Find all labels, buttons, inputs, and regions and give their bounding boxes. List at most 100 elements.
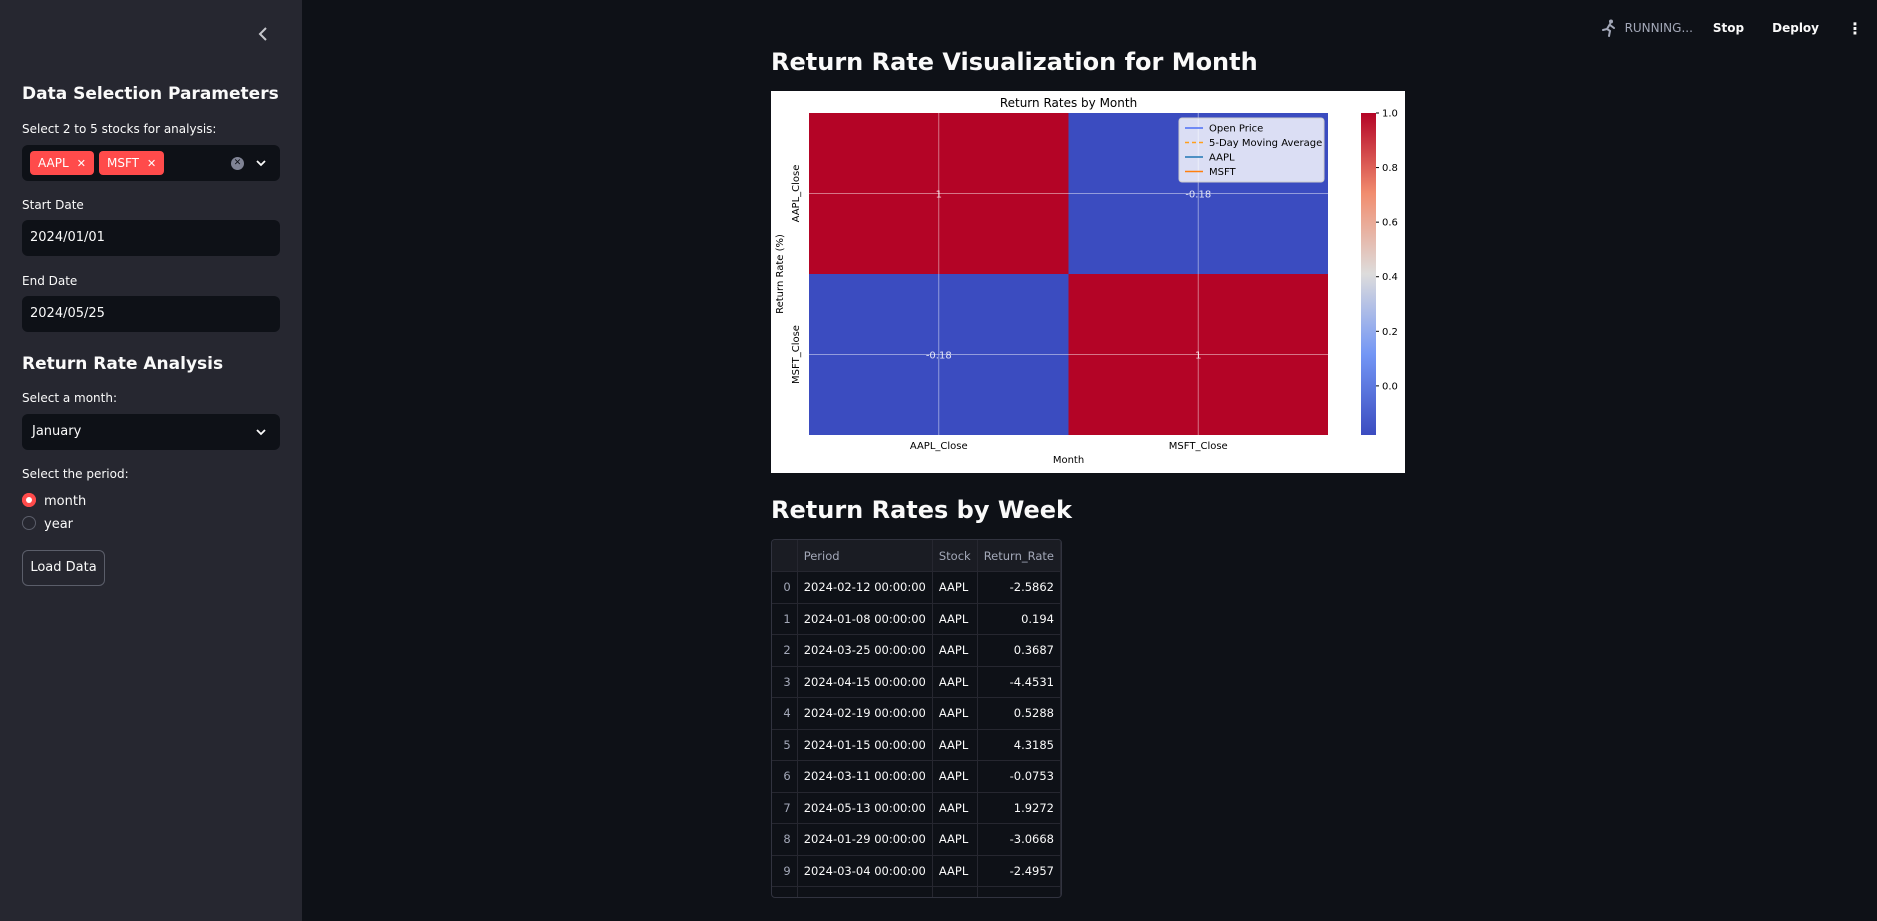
table-cell[interactable]: 4 xyxy=(772,697,798,730)
table-cell[interactable]: AAPL xyxy=(932,729,978,761)
table-cell xyxy=(797,886,933,897)
remove-tag-icon[interactable]: ✕ xyxy=(147,157,156,170)
table-row-partial xyxy=(772,886,1061,897)
table-cell xyxy=(772,886,798,897)
table-cell[interactable]: 5 xyxy=(772,729,798,761)
stock-tag-aapl[interactable]: AAPL ✕ xyxy=(30,151,94,175)
table-cell[interactable]: 2024-04-15 00:00:00 xyxy=(797,666,933,698)
analysis-title: Return Rate Analysis xyxy=(22,354,224,374)
table-cell[interactable]: AAPL xyxy=(932,697,978,730)
table-cell[interactable]: 2024-03-04 00:00:00 xyxy=(797,855,933,887)
table-row[interactable]: 8 2024-01-29 00:00:00 AAPL -3.0668 xyxy=(772,823,1061,856)
load-data-button[interactable]: Load Data xyxy=(22,550,105,586)
table-cell[interactable]: 2024-02-19 00:00:00 xyxy=(797,697,933,730)
column-header[interactable]: Return_Rate xyxy=(977,540,1061,572)
table-row[interactable]: 5 2024-01-15 00:00:00 AAPL 4.3185 xyxy=(772,729,1061,761)
status-text: RUNNING... xyxy=(1624,21,1693,35)
heatmap-figure: 1 -0.18 -0.18 1 Return Rates by Month Month Re… xyxy=(771,91,1405,473)
table-cell[interactable]: 2024-03-25 00:00:00 xyxy=(797,634,933,667)
column-header[interactable]: Stock xyxy=(932,540,978,572)
remove-tag-icon[interactable]: ✕ xyxy=(77,157,86,170)
table-cell[interactable]: 9 xyxy=(772,855,798,887)
colorbar xyxy=(1361,113,1376,435)
chevron-down-icon[interactable] xyxy=(254,156,268,170)
table-cell[interactable]: 0.3687 xyxy=(977,634,1061,667)
end-date-input[interactable]: 2024/05/25 xyxy=(22,296,280,332)
table-cell[interactable]: 7 xyxy=(772,792,798,824)
radio-label: year xyxy=(44,517,74,532)
table-cell[interactable]: 2024-01-08 00:00:00 xyxy=(797,603,933,635)
table-cell[interactable]: -0.0753 xyxy=(977,760,1061,793)
table-cell[interactable]: 2 xyxy=(772,634,798,667)
table-row[interactable]: 4 2024-02-19 00:00:00 AAPL 0.5288 xyxy=(772,697,1061,730)
table-row[interactable]: 0 2024-02-12 00:00:00 AAPL -2.5862 xyxy=(772,571,1061,604)
running-man-icon xyxy=(1601,19,1615,37)
column-header[interactable]: Period xyxy=(797,540,933,572)
period-label: Select the period: xyxy=(22,467,129,481)
month-select[interactable]: January xyxy=(22,414,280,450)
legend-entry: MSFT xyxy=(1209,167,1237,178)
column-header[interactable] xyxy=(772,540,798,572)
table-row[interactable]: 9 2024-03-04 00:00:00 AAPL -2.4957 xyxy=(772,855,1061,887)
table-cell[interactable]: 2024-02-12 00:00:00 xyxy=(797,571,933,604)
table-cell[interactable]: AAPL xyxy=(932,855,978,887)
start-date-value: 2024/01/01 xyxy=(30,230,105,245)
table-cell[interactable]: 4.3185 xyxy=(977,729,1061,761)
table-cell[interactable]: AAPL xyxy=(932,634,978,667)
table-row[interactable]: 2 2024-03-25 00:00:00 AAPL 0.3687 xyxy=(772,634,1061,667)
stock-tag-msft[interactable]: MSFT ✕ xyxy=(99,151,165,175)
legend-entry: AAPL xyxy=(1209,153,1235,164)
toolbar: RUNNING... Stop Deploy ⋮ xyxy=(1599,18,1863,38)
table-cell[interactable]: -4.4531 xyxy=(977,666,1061,698)
table-cell[interactable]: 8 xyxy=(772,823,798,856)
table-cell[interactable]: 2024-01-29 00:00:00 xyxy=(797,823,933,856)
heatmap-svg: 1 -0.18 -0.18 1 Return Rates by Month Month Re… xyxy=(775,96,1398,466)
table-cell[interactable]: 1 xyxy=(772,603,798,635)
table-cell[interactable]: AAPL xyxy=(932,666,978,698)
table-cell[interactable]: AAPL xyxy=(932,603,978,635)
table-cell[interactable]: 2024-01-15 00:00:00 xyxy=(797,729,933,761)
clear-all-icon[interactable]: ✕ xyxy=(231,157,244,170)
table-row[interactable]: 7 2024-05-13 00:00:00 AAPL 1.9272 xyxy=(772,792,1061,824)
deploy-button[interactable]: Deploy xyxy=(1772,21,1819,35)
table-row[interactable]: 1 2024-01-08 00:00:00 AAPL 0.194 xyxy=(772,603,1061,635)
cell-value-label: -0.18 xyxy=(1185,190,1211,201)
stop-button[interactable]: Stop xyxy=(1713,21,1744,35)
start-date-label: Start Date xyxy=(22,198,84,212)
stocks-multiselect[interactable]: AAPL ✕ MSFT ✕ ✕ xyxy=(22,145,280,181)
radio-label: month xyxy=(44,494,87,509)
table-cell[interactable]: 0.5288 xyxy=(977,697,1061,730)
table-row[interactable]: 6 2024-03-11 00:00:00 AAPL -0.0753 xyxy=(772,760,1061,793)
start-date-input[interactable]: 2024/01/01 xyxy=(22,220,280,256)
chevron-down-icon[interactable] xyxy=(254,425,268,439)
table-cell[interactable]: -2.5862 xyxy=(977,571,1061,604)
table-cell[interactable]: 3 xyxy=(772,666,798,698)
month-label: Select a month: xyxy=(22,391,117,405)
table-cell[interactable]: 6 xyxy=(772,760,798,793)
x-tick-label: AAPL_Close xyxy=(910,441,968,452)
table-cell[interactable]: 2024-05-13 00:00:00 xyxy=(797,792,933,824)
table-title: Return Rates by Week xyxy=(771,496,1072,524)
table-cell[interactable]: AAPL xyxy=(932,571,978,604)
data-table[interactable]: Period Stock Return_Rate 0 2024-02-12 00:… xyxy=(771,539,1062,898)
table-cell[interactable]: 1.9272 xyxy=(977,792,1061,824)
collapse-sidebar-button[interactable] xyxy=(252,22,276,46)
table-cell[interactable]: 0 xyxy=(772,571,798,604)
radio-year[interactable]: year xyxy=(22,516,73,534)
table-cell[interactable]: 0.194 xyxy=(977,603,1061,635)
radio-month[interactable]: month xyxy=(22,493,86,511)
radio-selected-icon xyxy=(22,493,36,507)
table-cell[interactable]: -2.4957 xyxy=(977,855,1061,887)
table-cell[interactable]: 2024-03-11 00:00:00 xyxy=(797,760,933,793)
month-select-value: January xyxy=(32,424,82,439)
table-cell[interactable]: AAPL xyxy=(932,760,978,793)
table-cell[interactable]: AAPL xyxy=(932,792,978,824)
y-tick-label: AAPL_Close xyxy=(791,165,802,223)
table-cell[interactable]: -3.0668 xyxy=(977,823,1061,856)
viz-title: Return Rate Visualization for Month xyxy=(771,48,1258,76)
main-menu-icon[interactable]: ⋮ xyxy=(1847,19,1863,38)
stock-tag-label: AAPL xyxy=(38,156,69,170)
colorbar-tick-label: 0.4 xyxy=(1382,272,1398,283)
table-row[interactable]: 3 2024-04-15 00:00:00 AAPL -4.4531 xyxy=(772,666,1061,698)
table-cell[interactable]: AAPL xyxy=(932,823,978,856)
